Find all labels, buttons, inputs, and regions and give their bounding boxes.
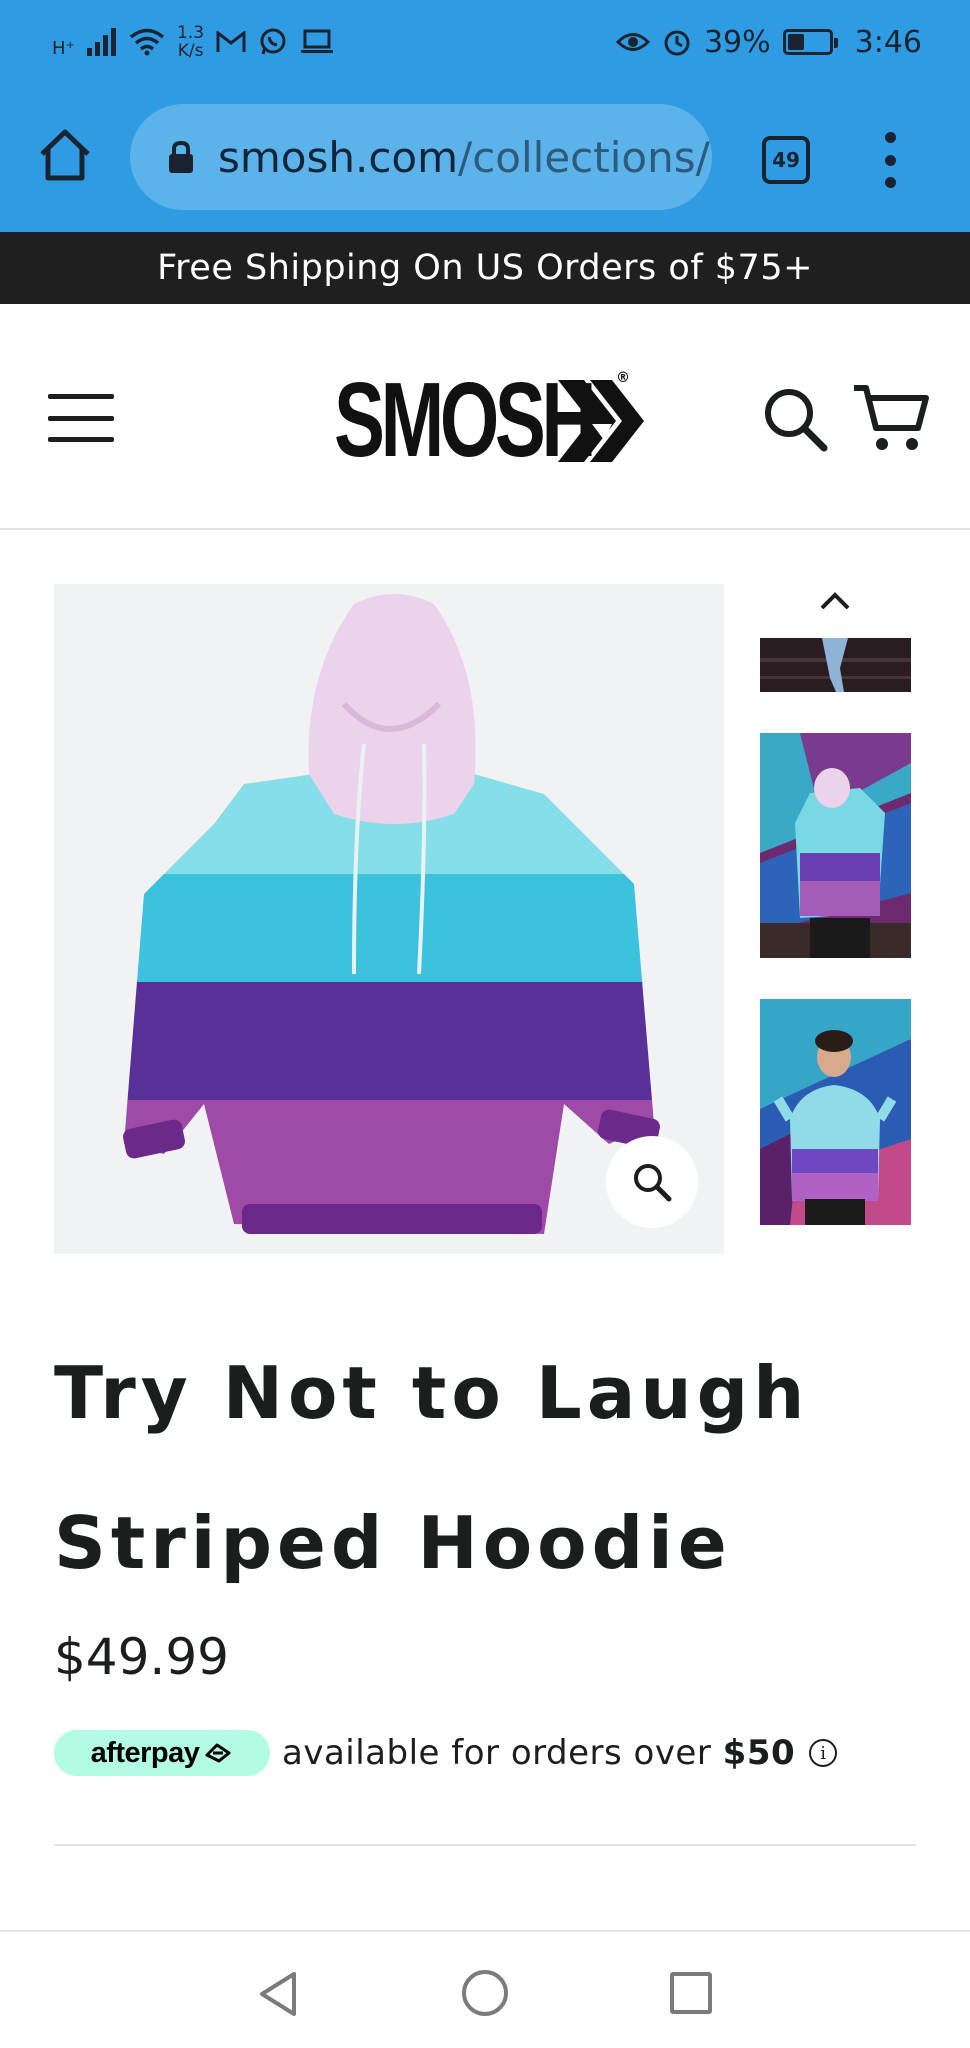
smosh-logo[interactable]: SMOSH ®	[334, 367, 693, 473]
battery-icon	[782, 29, 838, 55]
recent-apps-icon[interactable]	[670, 1972, 712, 2014]
afterpay-amount: $50	[722, 1733, 796, 1773]
lock-icon	[169, 140, 193, 173]
afterpay-logo-text: afterpay	[90, 1736, 200, 1769]
gmail-icon	[216, 31, 246, 52]
afterpay-message: afterpay available for orders over $50 i	[54, 1730, 838, 1776]
thumbnail-1-image	[760, 638, 911, 692]
status-right: 39% 3:46	[615, 24, 922, 60]
thumbnail-3[interactable]	[760, 999, 911, 1225]
address-bar[interactable]: smosh.com /collections/	[130, 104, 712, 210]
network-speed: 1.3 K/s	[177, 24, 204, 60]
url-path: /collections/	[458, 132, 710, 182]
product-title-line-2: Striped Hoodie	[54, 1501, 732, 1585]
zoom-button[interactable]	[606, 1136, 698, 1228]
eye-icon	[615, 33, 650, 51]
afterpay-text: available for orders over $50	[282, 1733, 795, 1773]
home-nav-icon[interactable]	[462, 1970, 508, 2016]
back-icon[interactable]	[256, 1970, 300, 2018]
afterpay-arrows-icon	[205, 1743, 231, 1763]
chevron-up-icon[interactable]	[816, 586, 854, 616]
status-bar: H⁺ 1.3 K/s 39% 3:46	[0, 0, 970, 84]
tab-switcher-button[interactable]: 49	[762, 136, 810, 184]
battery-percent: 39%	[703, 24, 771, 60]
search-icon[interactable]	[762, 386, 828, 452]
signal-icon	[87, 28, 117, 56]
battery-fill	[787, 34, 804, 50]
afterpay-text-label: available for orders over	[282, 1733, 712, 1773]
product-title-line-1: Try Not to Laugh	[54, 1351, 810, 1435]
home-icon[interactable]	[36, 126, 94, 184]
product-price: $49.99	[54, 1628, 229, 1686]
speed-value: 1.3	[177, 23, 205, 43]
network-type: H⁺	[52, 38, 76, 59]
speed-unit: K/s	[177, 41, 204, 61]
menu-icon[interactable]	[48, 394, 114, 442]
afterpay-badge[interactable]: afterpay	[54, 1730, 270, 1776]
browser-toolbar: smosh.com /collections/ 49	[0, 84, 970, 232]
alarm-icon	[664, 30, 690, 56]
registered-mark: ®	[616, 370, 630, 386]
clock: 3:46	[854, 24, 922, 60]
zoom-search-icon	[634, 1164, 672, 1202]
site-header: SMOSH ®	[0, 304, 970, 530]
thumbnail-2-image	[760, 733, 911, 958]
product-title: Try Not to Laugh Striped Hoodie	[54, 1318, 914, 1618]
thumbnail-1[interactable]	[760, 638, 911, 692]
laptop-icon	[301, 29, 334, 53]
system-nav-bar	[0, 1930, 970, 2048]
section-divider	[54, 1844, 916, 1846]
info-icon[interactable]: i	[809, 1739, 838, 1767]
url-domain: smosh.com	[218, 132, 459, 182]
wifi-icon	[129, 28, 165, 56]
cart-icon[interactable]	[852, 382, 932, 454]
status-left: H⁺ 1.3 K/s	[52, 24, 334, 60]
thumbnail-2[interactable]	[760, 733, 911, 958]
logo-chevron-mark	[558, 380, 644, 462]
announcement-bar: Free Shipping On US Orders of $75+	[0, 232, 970, 304]
whatsapp-icon	[260, 28, 286, 55]
thumbnail-3-image	[760, 999, 911, 1225]
browser-menu-icon[interactable]	[880, 132, 900, 188]
